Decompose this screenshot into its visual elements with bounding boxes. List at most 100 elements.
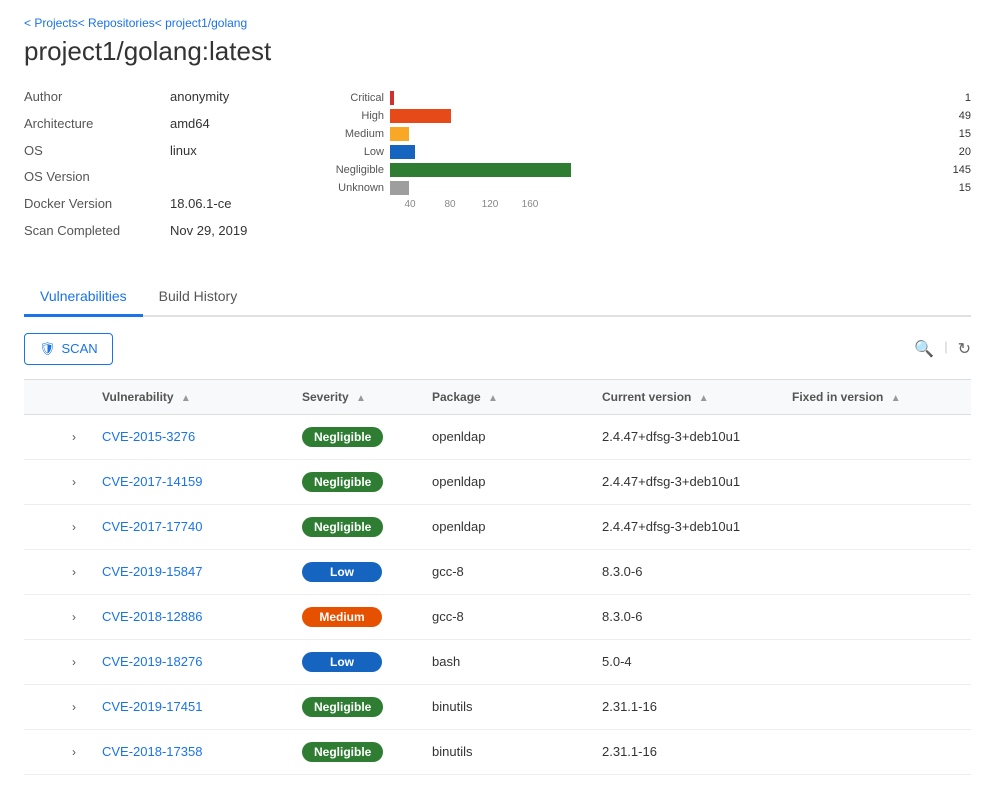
severity-badge: Medium [302, 607, 382, 627]
row-severity-cell: Negligible [290, 459, 420, 504]
chart-bar-wrap [390, 109, 949, 123]
cve-link[interactable]: CVE-2015-3276 [102, 429, 195, 444]
row-expand-cell[interactable]: › [60, 729, 90, 774]
row-severity-cell: Low [290, 549, 420, 594]
axis-label-40: 40 [390, 199, 430, 210]
cve-link[interactable]: CVE-2019-15847 [102, 564, 202, 579]
table-row: › CVE-2018-17358 Negligible binutils 2.3… [24, 729, 971, 774]
severity-badge: Negligible [302, 517, 383, 537]
row-expand-cell[interactable]: › [60, 459, 90, 504]
breadcrumb: < Projects< Repositories< project1/golan… [24, 16, 971, 30]
severity-badge: Negligible [302, 472, 383, 492]
row-current-version-cell: 2.4.47+dfsg-3+deb10u1 [590, 504, 780, 549]
row-expand-cell[interactable]: › [60, 684, 90, 729]
col-header-fixed-version[interactable]: Fixed in version ▲ [780, 379, 971, 414]
row-checkbox-cell [24, 639, 60, 684]
breadcrumb-projects[interactable]: < Projects [24, 16, 78, 30]
row-fixed-version-cell [780, 459, 971, 504]
row-expand-cell[interactable]: › [60, 414, 90, 459]
row-current-version-cell: 2.4.47+dfsg-3+deb10u1 [590, 414, 780, 459]
chart-bar [390, 181, 409, 195]
row-expand-cell[interactable]: › [60, 594, 90, 639]
sort-vulnerability-icon: ▲ [181, 393, 191, 404]
row-fixed-version-cell [780, 639, 971, 684]
chart-bar [390, 145, 415, 159]
row-expand-cell[interactable]: › [60, 639, 90, 684]
chart-bar-wrap [390, 163, 943, 177]
row-fixed-version-cell [780, 504, 971, 549]
expand-icon[interactable]: › [72, 565, 76, 579]
row-cve-cell: CVE-2019-15847 [90, 549, 290, 594]
col-header-severity[interactable]: Severity ▲ [290, 379, 420, 414]
tab-vulnerabilities[interactable]: Vulnerabilities [24, 278, 143, 317]
row-expand-cell[interactable]: › [60, 549, 90, 594]
chart-row-high: High49 [324, 109, 971, 123]
row-cve-cell: CVE-2017-14159 [90, 459, 290, 504]
row-package-cell: openldap [420, 459, 590, 504]
row-package-cell: gcc-8 [420, 549, 590, 594]
cve-link[interactable]: CVE-2019-18276 [102, 654, 202, 669]
chart-bar [390, 91, 394, 105]
severity-badge: Negligible [302, 427, 383, 447]
chart-bar [390, 109, 451, 123]
col-header-expand [60, 379, 90, 414]
cve-link[interactable]: CVE-2017-14159 [102, 474, 202, 489]
col-header-package[interactable]: Package ▲ [420, 379, 590, 414]
row-current-version-cell: 2.31.1-16 [590, 729, 780, 774]
breadcrumb-project[interactable]: < project1/golang [155, 16, 247, 30]
expand-icon[interactable]: › [72, 655, 76, 669]
expand-icon[interactable]: › [72, 430, 76, 444]
chart-bar-wrap [390, 127, 949, 141]
scan-button-label: SCAN [62, 341, 98, 356]
row-package-cell: openldap [420, 414, 590, 459]
author-label: Author [24, 87, 154, 108]
tab-build-history[interactable]: Build History [143, 278, 254, 317]
expand-icon[interactable]: › [72, 700, 76, 714]
tab-bar: Vulnerabilities Build History [24, 278, 971, 317]
row-fixed-version-cell [780, 414, 971, 459]
chart-bar [390, 127, 409, 141]
chart-bar-wrap [390, 181, 949, 195]
col-header-current-version[interactable]: Current version ▲ [590, 379, 780, 414]
row-package-cell: openldap [420, 504, 590, 549]
cve-link[interactable]: CVE-2018-17358 [102, 744, 202, 759]
col-header-vulnerability[interactable]: Vulnerability ▲ [90, 379, 290, 414]
os-value: linux [170, 141, 197, 162]
chart-row-low: Low20 [324, 145, 971, 159]
row-current-version-cell: 8.3.0-6 [590, 549, 780, 594]
sort-package-icon: ▲ [488, 393, 498, 404]
vulnerabilities-table: Vulnerability ▲ Severity ▲ Package ▲ Cur… [24, 379, 971, 775]
row-cve-cell: CVE-2017-17740 [90, 504, 290, 549]
scan-button[interactable]: 🛡 SCAN [24, 333, 113, 365]
chart-label-critical: Critical [324, 92, 384, 104]
expand-icon[interactable]: › [72, 745, 76, 759]
vulnerability-chart: Critical1High49Medium15Low20Negligible14… [324, 87, 971, 248]
row-checkbox-cell [24, 729, 60, 774]
search-icon[interactable]: 🔍 [914, 339, 934, 359]
expand-icon[interactable]: › [72, 520, 76, 534]
breadcrumb-repositories[interactable]: < Repositories [78, 16, 155, 30]
row-severity-cell: Negligible [290, 414, 420, 459]
row-fixed-version-cell [780, 594, 971, 639]
table-row: › CVE-2017-17740 Negligible openldap 2.4… [24, 504, 971, 549]
cve-link[interactable]: CVE-2018-12886 [102, 609, 202, 624]
row-severity-cell: Negligible [290, 504, 420, 549]
refresh-icon[interactable]: ↻ [958, 339, 971, 359]
image-info: Author anonymity Architecture amd64 OS l… [24, 87, 284, 248]
row-checkbox-cell [24, 504, 60, 549]
sort-fixed-icon: ▲ [891, 393, 901, 404]
row-package-cell: binutils [420, 729, 590, 774]
row-current-version-cell: 2.31.1-16 [590, 684, 780, 729]
row-current-version-cell: 2.4.47+dfsg-3+deb10u1 [590, 459, 780, 504]
expand-icon[interactable]: › [72, 610, 76, 624]
chart-bar-wrap [390, 145, 949, 159]
cve-link[interactable]: CVE-2017-17740 [102, 519, 202, 534]
chart-row-unknown: Unknown15 [324, 181, 971, 195]
table-row: › CVE-2019-18276 Low bash 5.0-4 [24, 639, 971, 684]
expand-icon[interactable]: › [72, 475, 76, 489]
row-expand-cell[interactable]: › [60, 504, 90, 549]
row-severity-cell: Low [290, 639, 420, 684]
os-label: OS [24, 141, 154, 162]
cve-link[interactable]: CVE-2019-17451 [102, 699, 202, 714]
col-header-check [24, 379, 60, 414]
